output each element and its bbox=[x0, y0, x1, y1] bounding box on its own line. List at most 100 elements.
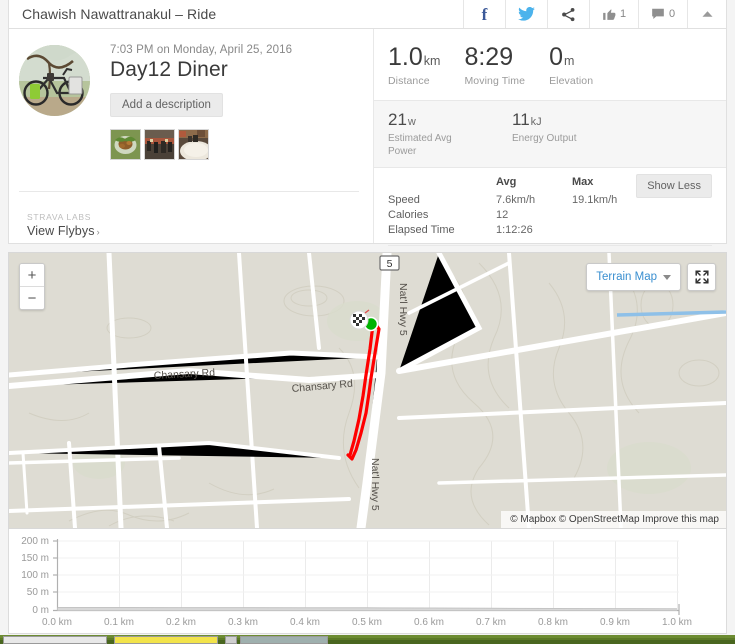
elevation-chart[interactable]: 200 m 150 m 100 m 50 m 0 m 0.0 km 0.1 km… bbox=[8, 529, 727, 634]
activity-map[interactable]: 5 Chansary Rd Chansary Rd Nat'l Hwy 5 Na… bbox=[8, 252, 727, 529]
svg-text:0.6 km: 0.6 km bbox=[414, 617, 444, 628]
svg-text:100 m: 100 m bbox=[21, 570, 49, 581]
photo-strip bbox=[110, 129, 292, 160]
energy-unit: kJ bbox=[530, 116, 542, 128]
elevation-unit: m bbox=[563, 54, 575, 68]
taskbar-window-tile[interactable] bbox=[3, 636, 107, 644]
svg-text:0.1 km: 0.1 km bbox=[104, 617, 134, 628]
table-header-row: Avg Max bbox=[388, 176, 648, 192]
activity-header-bar: Chawish Nawattranakul – Ride f 1 0 bbox=[8, 0, 727, 29]
power-value: 21 bbox=[388, 110, 407, 129]
comment-button[interactable]: 0 bbox=[638, 0, 687, 28]
calories-max bbox=[572, 207, 648, 222]
kudos-button[interactable]: 1 bbox=[589, 0, 638, 28]
activity-summary-card: 7:03 PM on Monday, April 25, 2016 Day12 … bbox=[8, 29, 727, 266]
generic-share-button[interactable] bbox=[547, 0, 589, 28]
kudos-count: 1 bbox=[619, 8, 627, 20]
twitter-icon bbox=[518, 7, 535, 21]
stat-distance: 1.0km Distance bbox=[388, 43, 440, 88]
taskbar-window-tile[interactable] bbox=[240, 636, 328, 644]
page-title: Chawish Nawattranakul – Ride bbox=[22, 6, 217, 22]
chevron-down-icon bbox=[663, 274, 671, 280]
strava-labs-block: STRAVA LABS View Flybys › bbox=[27, 212, 100, 238]
photo-thumbnail-restaurant[interactable] bbox=[144, 129, 175, 160]
svg-text:5: 5 bbox=[387, 258, 393, 270]
svg-text:0.3 km: 0.3 km bbox=[228, 617, 258, 628]
activity-title: Day12 Diner bbox=[110, 58, 228, 81]
zoom-in-button[interactable]: + bbox=[20, 264, 44, 287]
osm-attribution-link[interactable]: © OpenStreetMap bbox=[559, 514, 640, 525]
taskbar-window-tile[interactable] bbox=[225, 636, 237, 644]
primary-stats-row: 1.0km Distance 8:29 Moving Time 0m Eleva… bbox=[374, 29, 726, 100]
map-attribution: © Mapbox © OpenStreetMap Improve this ma… bbox=[501, 511, 726, 528]
row-label-elapsed-time: Elapsed Time bbox=[388, 223, 455, 236]
svg-text:150 m: 150 m bbox=[21, 553, 49, 564]
show-less-button[interactable]: Show Less bbox=[636, 174, 712, 198]
zoom-out-button[interactable]: − bbox=[20, 287, 44, 309]
strava-activity-page: Chawish Nawattranakul – Ride f 1 0 7:03 … bbox=[0, 0, 735, 644]
detail-stats-table: Avg Max Speed 7.6km/h 19.1km/h Calories … bbox=[388, 176, 648, 237]
energy-value: 11 bbox=[512, 110, 530, 129]
elevation-value: 0 bbox=[549, 43, 563, 71]
svg-text:0 m: 0 m bbox=[32, 605, 49, 616]
stat-elevation: 0m Elevation bbox=[549, 43, 594, 88]
elapsed-time-avg: 1:12:26 bbox=[496, 223, 533, 236]
fullscreen-icon bbox=[694, 270, 709, 284]
facebook-icon: f bbox=[481, 4, 488, 24]
view-flybys-label: View Flybys bbox=[27, 224, 95, 238]
social-actions-group: f 1 0 bbox=[463, 0, 726, 28]
chevron-right-icon: › bbox=[96, 227, 100, 237]
mapbox-attribution-link[interactable]: © Mapbox bbox=[510, 514, 556, 525]
bottom-desktop-strip bbox=[0, 635, 735, 644]
improve-map-link[interactable]: Improve this map bbox=[642, 514, 719, 525]
svg-text:0.9 km: 0.9 km bbox=[600, 617, 630, 628]
fullscreen-button[interactable] bbox=[687, 263, 716, 291]
col-header-avg: Avg bbox=[496, 176, 517, 188]
svg-text:0.2 km: 0.2 km bbox=[166, 617, 196, 628]
map-zoom-control: + − bbox=[19, 263, 45, 310]
table-row: Elapsed Time 1:12:26 bbox=[388, 222, 648, 237]
add-description-button[interactable]: Add a description bbox=[110, 93, 223, 117]
distance-value: 1.0 bbox=[388, 43, 423, 71]
elevation-chart-svg: 200 m 150 m 100 m 50 m 0 m 0.0 km 0.1 km… bbox=[9, 529, 726, 632]
stat-energy-output: 11kJ Energy Output bbox=[512, 111, 576, 158]
svg-text:50 m: 50 m bbox=[27, 587, 49, 598]
activity-meta: 7:03 PM on Monday, April 25, 2016 Day12 … bbox=[90, 41, 292, 160]
food-plate-photo bbox=[111, 130, 140, 159]
moving-time-label: Moving Time bbox=[464, 75, 526, 87]
collapse-button[interactable] bbox=[687, 0, 726, 28]
map-layer-selector[interactable]: Terrain Map bbox=[586, 263, 681, 291]
table-photo bbox=[179, 130, 208, 159]
photo-thumbnail-table[interactable] bbox=[178, 129, 209, 160]
taskbar-window-tile[interactable] bbox=[114, 636, 218, 644]
photo-thumbnail-food[interactable] bbox=[110, 129, 141, 160]
table-row: Speed 7.6km/h 19.1km/h bbox=[388, 192, 648, 207]
svg-text:0.7 km: 0.7 km bbox=[476, 617, 506, 628]
elevation-label: Elevation bbox=[549, 75, 594, 87]
view-flybys-link[interactable]: View Flybys › bbox=[27, 224, 100, 238]
activity-stats-pane: 1.0km Distance 8:29 Moving Time 0m Eleva… bbox=[373, 29, 726, 266]
stat-estimated-avg-power: 21w Estimated Avg Power bbox=[388, 111, 468, 158]
energy-label: Energy Output bbox=[512, 133, 577, 144]
map-top-right-controls: Terrain Map bbox=[586, 263, 716, 291]
avatar[interactable] bbox=[19, 45, 90, 116]
restaurant-interior-photo bbox=[145, 130, 174, 159]
secondary-stats-row: 21w Estimated Avg Power 11kJ Energy Outp… bbox=[374, 100, 726, 168]
row-label-speed: Speed bbox=[388, 193, 420, 206]
power-label: Estimated Avg Power bbox=[388, 133, 452, 157]
athlete-row: 7:03 PM on Monday, April 25, 2016 Day12 … bbox=[19, 41, 359, 160]
moving-time-value: 8:29 bbox=[464, 43, 514, 71]
svg-text:200 m: 200 m bbox=[21, 536, 49, 547]
twitter-share-button[interactable] bbox=[505, 0, 547, 28]
map-layer-label: Terrain Map bbox=[596, 271, 657, 283]
section-divider bbox=[19, 191, 359, 192]
svg-text:0.0 km: 0.0 km bbox=[42, 617, 72, 628]
row-label-calories: Calories bbox=[388, 208, 429, 221]
power-unit: w bbox=[407, 116, 416, 128]
speed-avg: 7.6km/h bbox=[496, 193, 536, 206]
comment-icon bbox=[652, 8, 664, 19]
bicycle-photo-avatar bbox=[19, 45, 90, 116]
comment-count: 0 bbox=[668, 8, 676, 20]
map-canvas: 5 Chansary Rd Chansary Rd Nat'l Hwy 5 Na… bbox=[9, 253, 726, 528]
facebook-share-button[interactable]: f bbox=[463, 0, 505, 28]
